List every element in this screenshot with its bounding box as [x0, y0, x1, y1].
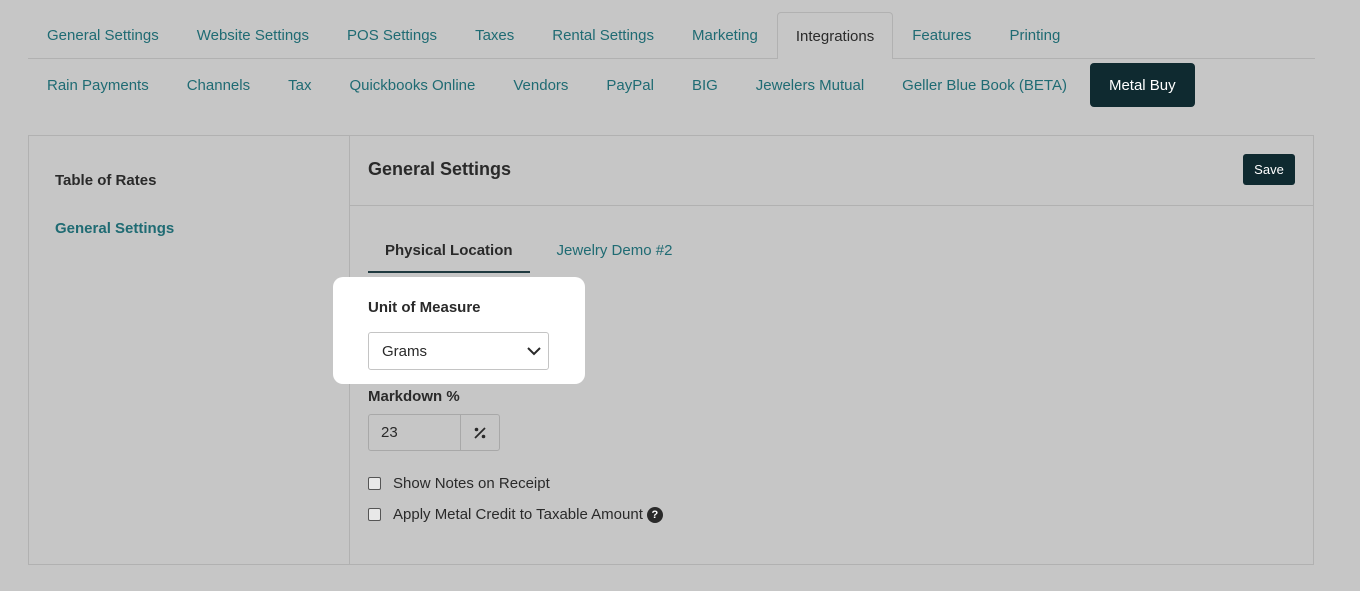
- sidebar-item-table-of-rates[interactable]: Table of Rates: [55, 172, 156, 189]
- page-title: General Settings: [368, 159, 512, 179]
- settings-top-nav: General Settings Website Settings POS Se…: [28, 12, 1315, 59]
- subtab-paypal[interactable]: PayPal: [587, 63, 673, 107]
- subtab-metal-buy[interactable]: Metal Buy: [1089, 63, 1195, 107]
- subtab-jewelers-mutual[interactable]: Jewelers Mutual: [737, 63, 883, 107]
- unit-of-measure-value: Grams: [382, 342, 427, 360]
- subtab-big[interactable]: BIG: [673, 63, 737, 107]
- unit-of-measure-select[interactable]: Grams: [368, 332, 549, 370]
- tab-integrations[interactable]: Integrations: [776, 12, 894, 59]
- tab-marketing[interactable]: Marketing: [673, 12, 777, 58]
- location-tabs: Physical Location Jewelry Demo #2: [368, 234, 689, 273]
- unit-of-measure-label: Unit of Measure: [368, 299, 481, 316]
- sidebar-item-general-settings[interactable]: General Settings: [55, 220, 174, 237]
- tab-pos-settings[interactable]: POS Settings: [328, 12, 456, 58]
- settings-sidebar: Table of Rates General Settings: [29, 136, 350, 564]
- subtab-rain-payments[interactable]: Rain Payments: [28, 63, 168, 107]
- chevron-down-icon: [527, 347, 541, 356]
- show-notes-row: Show Notes on Receipt: [368, 475, 550, 492]
- show-notes-label: Show Notes on Receipt: [393, 475, 550, 492]
- tab-taxes[interactable]: Taxes: [456, 12, 533, 58]
- subtab-tax[interactable]: Tax: [269, 63, 330, 107]
- markdown-input[interactable]: 23: [369, 415, 461, 450]
- tab-printing[interactable]: Printing: [990, 12, 1079, 58]
- apply-metal-credit-row: Apply Metal Credit to Taxable Amount ?: [368, 506, 663, 523]
- integrations-sub-nav: Rain Payments Channels Tax Quickbooks On…: [28, 63, 1195, 107]
- percent-icon: [461, 415, 499, 450]
- show-notes-checkbox[interactable]: [368, 477, 381, 490]
- tab-physical-location[interactable]: Physical Location: [368, 234, 530, 273]
- subtab-channels[interactable]: Channels: [168, 63, 269, 107]
- apply-metal-credit-label: Apply Metal Credit to Taxable Amount: [393, 506, 643, 523]
- subtab-quickbooks-online[interactable]: Quickbooks Online: [330, 63, 494, 107]
- subtab-vendors[interactable]: Vendors: [494, 63, 587, 107]
- apply-metal-credit-checkbox[interactable]: [368, 508, 381, 521]
- markdown-input-group: 23: [368, 414, 500, 451]
- tab-jewelry-demo-2[interactable]: Jewelry Demo #2: [540, 234, 690, 273]
- save-button[interactable]: Save: [1243, 154, 1295, 185]
- subtab-geller-blue-book[interactable]: Geller Blue Book (BETA): [883, 63, 1086, 107]
- panel-header: General Settings Save: [350, 136, 1313, 206]
- settings-card: Table of Rates General Settings General …: [28, 135, 1314, 565]
- help-icon[interactable]: ?: [646, 506, 663, 523]
- tab-features[interactable]: Features: [893, 12, 990, 58]
- markdown-label: Markdown %: [368, 388, 460, 405]
- tab-website-settings[interactable]: Website Settings: [178, 12, 328, 58]
- tab-rental-settings[interactable]: Rental Settings: [533, 12, 673, 58]
- tab-general-settings[interactable]: General Settings: [28, 12, 178, 58]
